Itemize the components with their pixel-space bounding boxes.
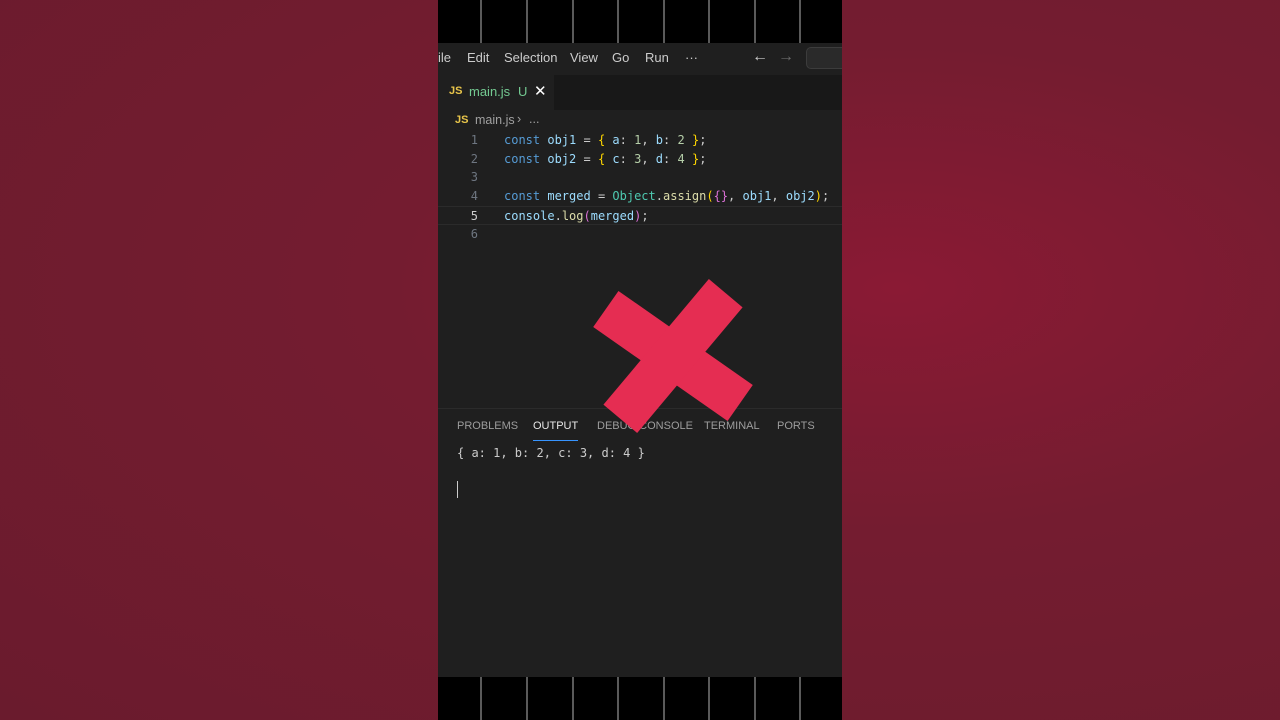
line-number: 6 — [470, 226, 478, 241]
breadcrumb: JS main.js › ... — [438, 111, 842, 131]
output-text: { a: 1, b: 2, c: 3, d: 4 } — [457, 446, 645, 460]
chevron-right-icon: › — [517, 112, 522, 126]
red-x-mark-icon — [593, 279, 753, 433]
code-token: 4 — [677, 151, 685, 166]
menu-view[interactable]: View — [570, 50, 598, 65]
menu-selection[interactable]: Selection — [504, 50, 557, 65]
menu-go[interactable]: Go — [612, 50, 629, 65]
forward-arrow-icon[interactable]: → — [778, 48, 794, 66]
film-strip-top — [438, 0, 842, 43]
code-token: : — [619, 151, 635, 166]
code-token: assign — [663, 189, 707, 204]
menu-edit[interactable]: Edit — [467, 50, 489, 65]
tab-filename: main.js — [469, 84, 511, 99]
code-token: obj2 — [547, 151, 577, 166]
code-token: = — [576, 133, 598, 147]
breadcrumb-file[interactable]: main.js — [475, 113, 515, 127]
back-arrow-icon[interactable]: ← — [752, 48, 768, 66]
code-token: console — [504, 208, 555, 223]
text-cursor — [457, 481, 458, 498]
code-token: . — [554, 208, 562, 223]
menu-run[interactable]: Run — [645, 50, 669, 65]
code-token: b — [655, 133, 664, 147]
code-token: {} — [713, 189, 729, 204]
tab-ports[interactable]: PORTS — [777, 420, 815, 432]
video-frame: ile Edit Selection View Go Run ··· ← → J… — [438, 0, 842, 720]
line-number: 2 — [470, 151, 478, 166]
code-token: ; — [699, 133, 707, 147]
code-token: c — [612, 151, 620, 166]
line-number: 4 — [470, 189, 478, 204]
code-token: = — [576, 151, 598, 166]
untracked-status-badge: U — [518, 84, 528, 99]
command-center-search[interactable] — [806, 47, 842, 69]
code-token: ; — [641, 208, 649, 223]
line-number: 5 — [470, 208, 478, 223]
code-token: a — [612, 133, 620, 147]
code-token: ; — [699, 151, 707, 166]
code-text: console.log(merged); — [504, 209, 649, 223]
code-token: , — [641, 133, 656, 147]
bottom-panel: PROBLEMS OUTPUT DEBUG CONSOLE TERMINAL P… — [438, 408, 842, 678]
code-token: const — [504, 133, 548, 147]
javascript-file-icon: JS — [449, 85, 463, 97]
code-token: merged — [547, 189, 591, 204]
code-token: ( — [583, 208, 591, 223]
tab-output-label: OUTPUT — [533, 420, 579, 432]
code-token: , — [641, 151, 656, 166]
code-token: , — [771, 189, 786, 204]
code-line[interactable]: 4 const merged = Object.assign({}, obj1, … — [438, 187, 842, 206]
code-token: Object — [612, 189, 656, 204]
breadcrumb-more[interactable]: ... — [529, 112, 539, 126]
code-token: ; — [822, 189, 830, 204]
code-token: const — [504, 189, 548, 204]
menu-file[interactable]: ile — [438, 50, 451, 65]
code-token: : — [663, 151, 678, 166]
close-icon[interactable]: ✕ — [534, 82, 547, 100]
tab-problems[interactable]: PROBLEMS — [457, 420, 518, 432]
code-line[interactable]: 1 const obj1 = { a: 1, b: 2 }; — [438, 131, 842, 150]
javascript-file-icon: JS — [455, 114, 469, 126]
code-token: obj2 — [785, 189, 815, 204]
code-token: obj1 — [742, 189, 772, 204]
code-token: . — [655, 189, 663, 204]
code-text: const obj1 = { a: 1, b: 2 }; — [504, 133, 706, 147]
code-token: ( — [706, 189, 714, 204]
code-line[interactable]: 2 const obj2 = { c: 3, d: 4 }; — [438, 150, 842, 169]
code-token: merged — [590, 208, 635, 223]
code-token: obj1 — [547, 133, 577, 147]
film-strip-bottom — [438, 677, 842, 720]
more-menu-icon[interactable]: ··· — [685, 50, 698, 65]
editor-tab-bar: JS main.js U ✕ — [438, 75, 842, 110]
code-token: , — [728, 189, 743, 204]
line-number: 1 — [470, 133, 478, 147]
code-text: const obj2 = { c: 3, d: 4 }; — [504, 152, 706, 166]
code-token: = — [590, 189, 613, 204]
tab-main-js[interactable]: JS main.js U ✕ — [438, 75, 554, 110]
code-token: d — [655, 151, 664, 166]
code-line[interactable]: 5 console.log(merged); — [438, 205, 842, 225]
code-token: : — [619, 133, 635, 147]
code-line[interactable]: 6 — [438, 225, 842, 244]
code-token: : — [663, 133, 678, 147]
code-token: const — [504, 151, 548, 166]
code-text: const merged = Object.assign({}, obj1, o… — [504, 189, 829, 203]
code-token: ) — [814, 189, 822, 204]
code-line[interactable]: 3 — [438, 168, 842, 187]
line-number: 3 — [470, 170, 478, 185]
menu-bar: ile Edit Selection View Go Run ··· ← → — [438, 43, 842, 73]
code-token: log — [561, 208, 584, 223]
tab-output[interactable]: OUTPUT — [533, 420, 579, 441]
code-token: 2 — [677, 133, 685, 147]
